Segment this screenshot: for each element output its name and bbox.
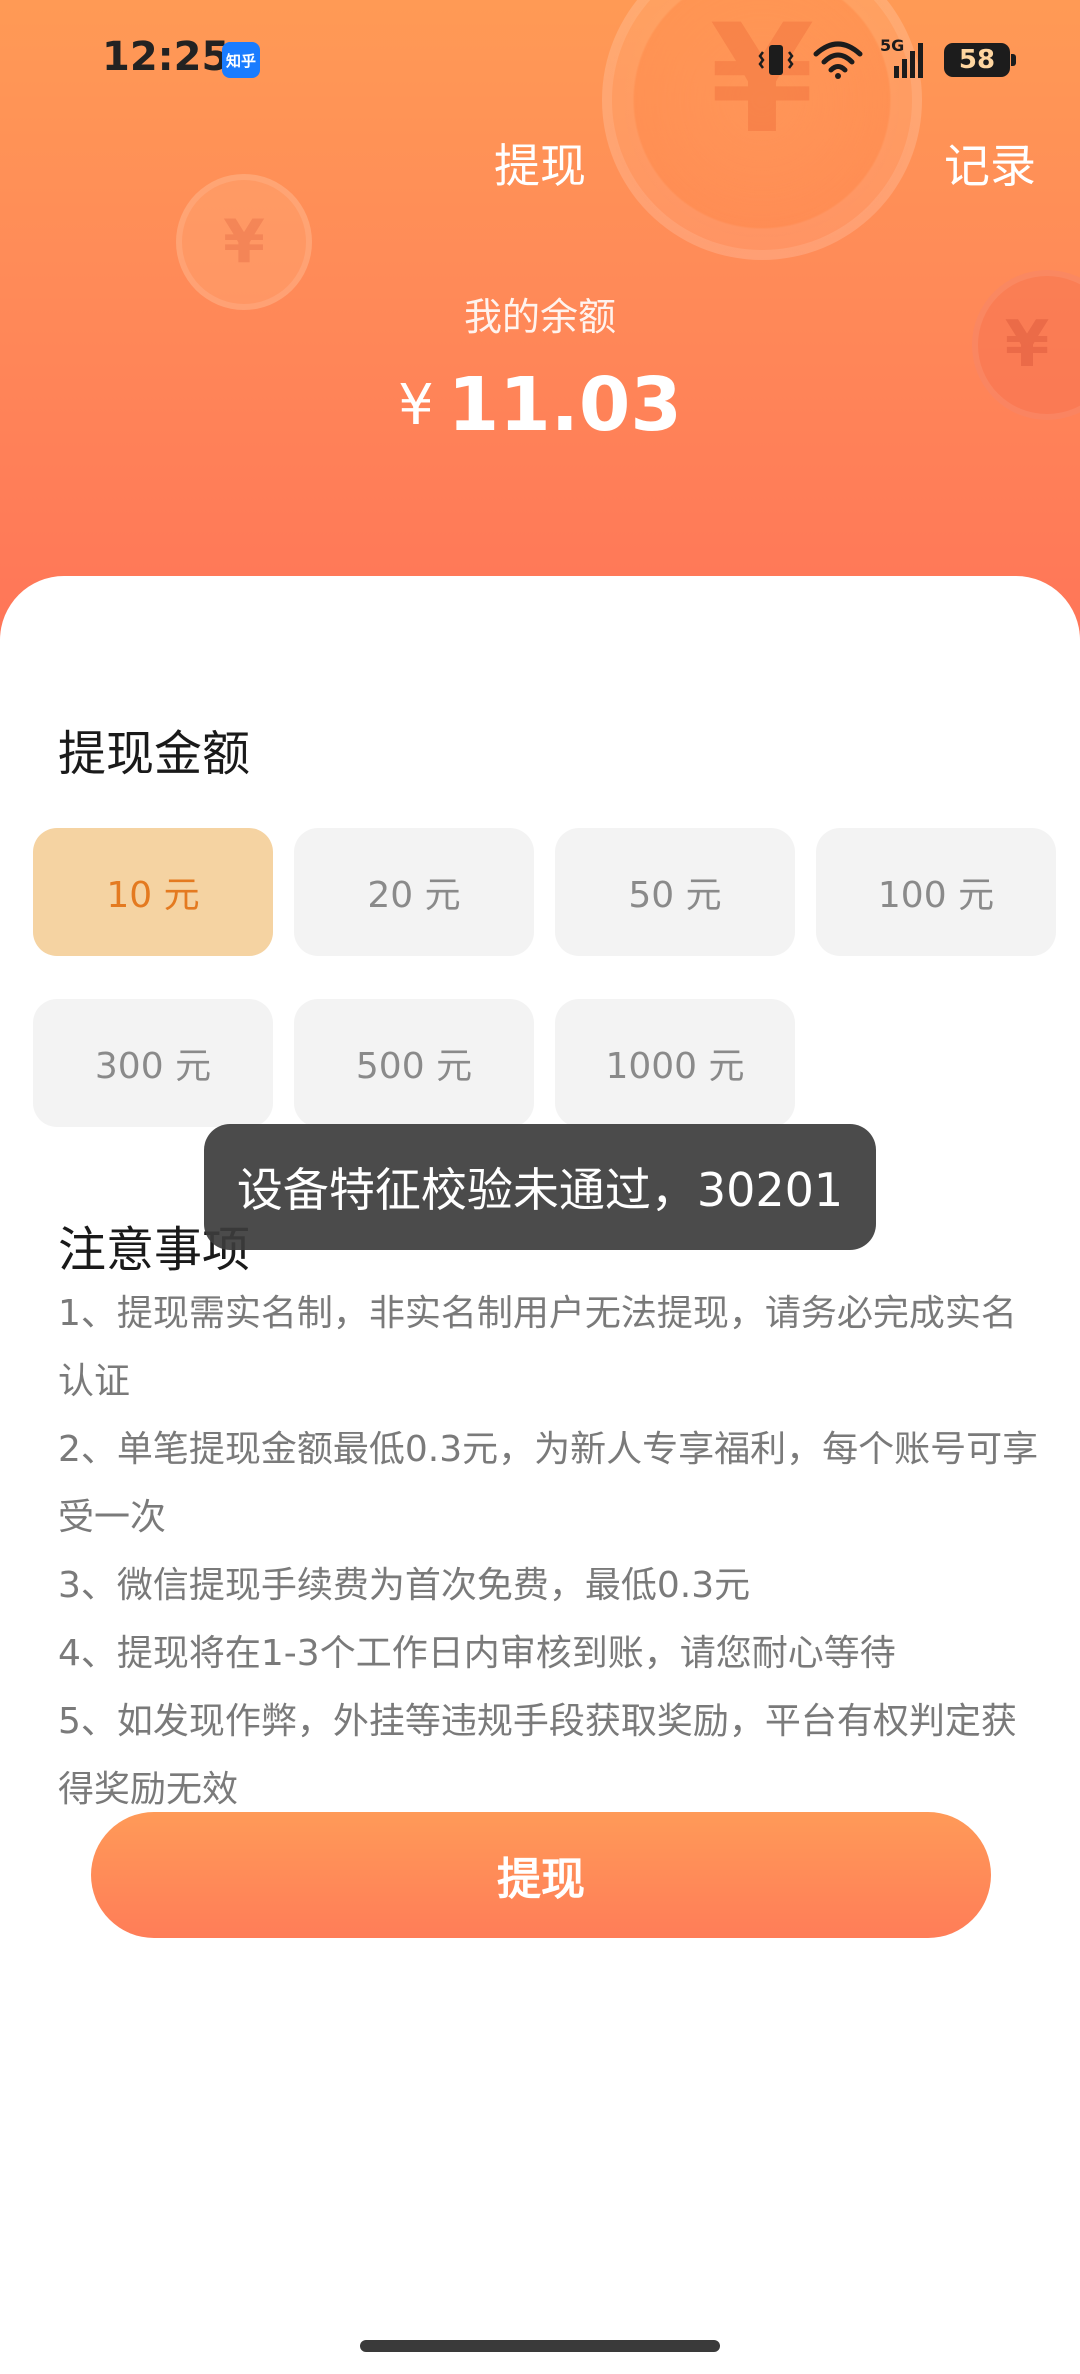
status-time: 12:25 bbox=[102, 34, 230, 80]
balance-value: 11.03 bbox=[447, 362, 682, 448]
zhihu-app-icon: 知乎 bbox=[222, 42, 260, 78]
notice-list: 1、提现需实名制，非实名制用户无法提现，请务必完成实名认证 2、单笔提现金额最低… bbox=[58, 1280, 1048, 1824]
notice-item: 2、单笔提现金额最低0.3元，为新人专享福利，每个账号可享受一次 bbox=[58, 1429, 1039, 1538]
status-icons: 5G 58 bbox=[756, 36, 1016, 84]
wifi-icon bbox=[813, 41, 863, 79]
amount-option-10[interactable]: 10 元 bbox=[33, 828, 273, 956]
notice-item: 4、提现将在1-3个工作日内审核到账，请您耐心等待 bbox=[58, 1633, 896, 1674]
cellular-signal-icon: 5G bbox=[880, 36, 928, 80]
vibrate-icon bbox=[758, 45, 794, 75]
battery-indicator: 58 bbox=[944, 43, 1016, 77]
amount-option-100[interactable]: 100 元 bbox=[816, 828, 1056, 956]
status-bar: 12:25 知乎 5G 58 bbox=[0, 0, 1080, 120]
withdraw-button[interactable]: 提现 bbox=[91, 1812, 991, 1938]
amount-option-50[interactable]: 50 元 bbox=[555, 828, 795, 956]
notice-item: 5、如发现作弊，外挂等违规手段获取奖励，平台有权判定获得奖励无效 bbox=[58, 1701, 1017, 1810]
balance-label: 我的余额 bbox=[463, 295, 616, 339]
currency-symbol: ¥ bbox=[398, 372, 434, 438]
notice-item: 3、微信提现手续费为首次免费，最低0.3元 bbox=[58, 1565, 751, 1606]
amount-option-300[interactable]: 300 元 bbox=[33, 999, 273, 1127]
header-background: ¥ ¥ ¥ 12:25 知乎 5G 58 提现 记录 我的余额 ¥ 11.03 bbox=[0, 0, 1080, 640]
notice-item: 1、提现需实名制，非实名制用户无法提现，请务必完成实名认证 bbox=[58, 1293, 1017, 1402]
balance-amount: ¥11.03 bbox=[0, 362, 1080, 448]
page-title: 提现 bbox=[494, 139, 586, 193]
amount-section-title: 提现金额 bbox=[58, 726, 251, 782]
amount-option-1000[interactable]: 1000 元 bbox=[555, 999, 795, 1127]
error-toast: 设备特征校验未通过，30201 bbox=[204, 1124, 876, 1250]
amount-option-500[interactable]: 500 元 bbox=[294, 999, 534, 1127]
record-link[interactable]: 记录 bbox=[944, 130, 1036, 196]
home-indicator[interactable] bbox=[360, 2340, 720, 2352]
amount-option-20[interactable]: 20 元 bbox=[294, 828, 534, 956]
